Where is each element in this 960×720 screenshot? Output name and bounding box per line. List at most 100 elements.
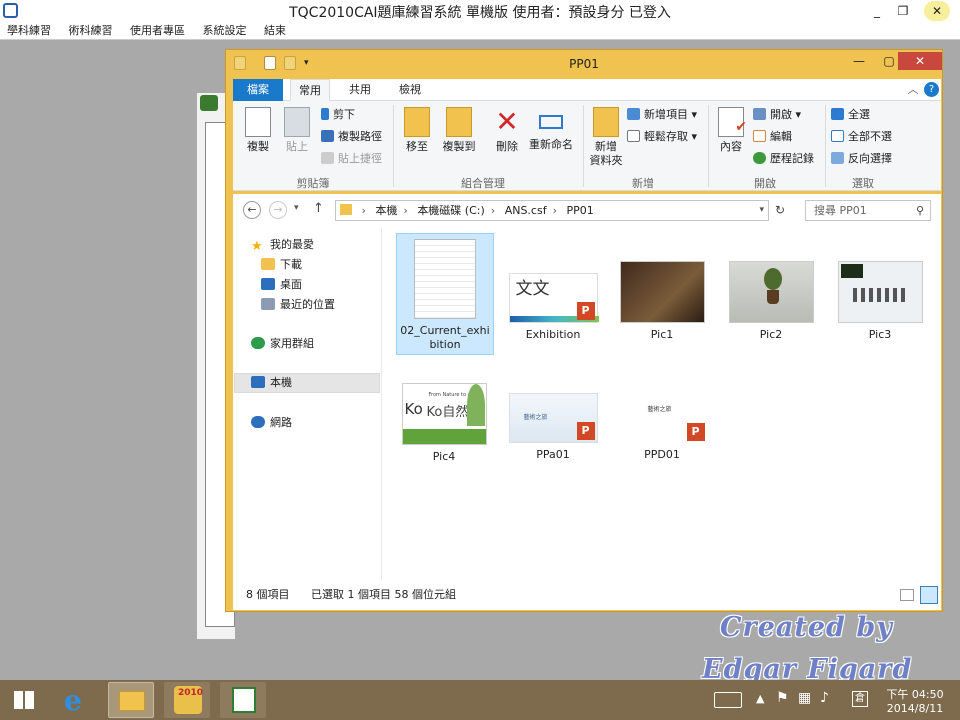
copy-path-icon <box>321 130 334 142</box>
windows-logo-icon <box>14 691 34 709</box>
taskbar-app[interactable] <box>220 682 266 718</box>
up-icon[interactable]: ↑ <box>313 201 324 216</box>
taskbar-tqc-app[interactable]: 2010 <box>164 682 210 718</box>
help-icon[interactable]: ? <box>924 82 939 97</box>
menu-item-subject-practice[interactable]: 學科練習 <box>0 22 58 40</box>
pptx-thumbnail: 藝術之旅 P <box>508 393 598 443</box>
thumbnail-text: Ko <box>404 400 423 418</box>
close-button[interactable]: ✕ <box>924 1 950 21</box>
edit-button[interactable]: 編輯 <box>753 129 792 145</box>
volume-icon[interactable]: ♪ <box>820 690 829 706</box>
back-icon[interactable]: ← <box>243 201 261 219</box>
recent-places-icon <box>261 298 275 310</box>
start-button[interactable] <box>8 682 40 718</box>
selection-info: 已選取 1 個項目 58 個位元組 <box>311 588 456 601</box>
nav-favorites[interactable]: ★ 我的最愛 <box>251 237 314 253</box>
thumbnail-text: 文文 <box>515 279 550 299</box>
select-none-button[interactable]: 全部不選 <box>831 129 892 145</box>
properties-button[interactable]: ✔ 內容 <box>711 105 751 154</box>
file-item-exhibition[interactable]: 文文 P Exhibition <box>504 273 602 342</box>
file-item-pic4[interactable]: Ko From Nature to Art Ko自然 Pic4 <box>395 383 493 464</box>
minimize-button[interactable]: _ <box>864 1 890 21</box>
image-thumbnail <box>837 261 923 323</box>
open-button[interactable]: 開啟 ▾ <box>753 107 801 123</box>
taskbar-ie[interactable]: e <box>56 682 100 718</box>
clock-time[interactable]: 下午 04:50 <box>884 686 946 702</box>
easy-access-button[interactable]: 輕鬆存取 ▾ <box>627 129 697 145</box>
file-item-pic1[interactable]: Pic1 <box>613 261 711 342</box>
network-tray-icon[interactable]: ▦ <box>798 690 811 706</box>
recent-locations-icon[interactable]: ▾ <box>294 203 299 213</box>
clock-date[interactable]: 2014/8/11 <box>884 702 946 715</box>
large-icons-view-icon[interactable] <box>920 586 938 604</box>
menu-item-exit[interactable]: 結束 <box>257 22 293 40</box>
breadcrumb-this-pc[interactable]: 本機 <box>375 204 397 217</box>
menu-item-settings[interactable]: 系統設定 <box>196 22 254 40</box>
select-all-button[interactable]: 全選 <box>831 107 870 123</box>
menu-item-user-area[interactable]: 使用者專區 <box>123 22 192 40</box>
nav-desktop[interactable]: 桌面 <box>261 277 302 293</box>
paste-shortcut-button[interactable]: 貼上捷徑 <box>321 151 382 167</box>
refresh-icon[interactable]: ↻ <box>775 203 785 217</box>
group-label-open: 開啟 <box>754 177 776 190</box>
image-thumbnail <box>619 261 705 323</box>
taskbar-file-explorer[interactable] <box>108 682 154 718</box>
powerpoint-icon: P <box>686 423 705 441</box>
homegroup-icon <box>251 337 265 349</box>
address-input[interactable]: › 本機 › 本機磁碟 (C:) › ANS.csf › PP01 ▾ <box>335 200 769 221</box>
nav-network[interactable]: 網路 <box>251 415 292 431</box>
tab-share[interactable]: 共用 <box>340 79 380 101</box>
explorer-close-button[interactable]: ✕ <box>898 52 942 70</box>
delete-button[interactable]: ✕ 刪除 <box>487 105 527 154</box>
item-count: 8 個項目 <box>246 588 290 601</box>
nav-homegroup[interactable]: 家用群組 <box>251 336 314 352</box>
show-hidden-icons-icon[interactable]: ▲ <box>756 692 764 705</box>
new-item-button[interactable]: 新增項目 ▾ <box>627 107 697 123</box>
copy-to-button[interactable]: 複製到 <box>436 105 482 154</box>
address-dropdown-icon[interactable]: ▾ <box>759 201 764 220</box>
powerpoint-icon: P <box>576 422 595 440</box>
new-folder-button[interactable]: 新增 資料夾 <box>586 105 626 168</box>
file-item-ppa01[interactable]: 藝術之旅 P PPa01 <box>504 393 602 462</box>
pptx-thumbnail: 藝術之旅 P <box>617 393 707 443</box>
maximize-button[interactable]: ❐ <box>890 1 916 21</box>
collapse-ribbon-icon[interactable]: ︿ <box>906 79 920 101</box>
forward-icon[interactable]: → <box>269 201 287 219</box>
file-explorer-icon <box>119 691 145 711</box>
menu-item-skill-practice[interactable]: 術科練習 <box>62 22 120 40</box>
cut-button[interactable]: 剪下 <box>321 107 355 123</box>
file-item-pic2[interactable]: Pic2 <box>722 261 820 342</box>
breadcrumb-drive-c[interactable]: 本機磁碟 (C:) <box>417 204 484 217</box>
nav-recent[interactable]: 最近的位置 <box>261 297 335 313</box>
file-item-current-exhibition[interactable]: 02_Current_exhi bition <box>396 233 494 355</box>
move-to-button[interactable]: 移至 <box>397 105 437 154</box>
invert-selection-button[interactable]: 反向選擇 <box>831 151 892 167</box>
history-button[interactable]: 歷程記錄 <box>753 151 814 167</box>
file-item-ppd01[interactable]: 藝術之旅 P PPD01 <box>613 393 711 462</box>
paste-button[interactable]: 貼上 <box>277 105 317 154</box>
watermark-line1: Created by <box>720 612 893 643</box>
thumbnail-text: Ko自然 <box>426 405 469 420</box>
file-name: Pic2 <box>759 328 783 341</box>
search-input[interactable]: 搜尋 PP01 ⚲ <box>805 200 931 221</box>
file-item-pic3[interactable]: Pic3 <box>831 261 929 342</box>
tab-view[interactable]: 檢視 <box>390 79 430 101</box>
breadcrumb-pp01[interactable]: PP01 <box>566 204 593 217</box>
details-view-icon[interactable] <box>900 589 914 601</box>
keyboard-icon[interactable] <box>714 692 742 708</box>
nav-downloads[interactable]: 下載 <box>261 257 302 273</box>
copy-path-button[interactable]: 複製路徑 <box>321 129 382 145</box>
ribbon-separator <box>708 105 709 187</box>
ime-icon[interactable]: 倉 <box>852 691 868 707</box>
folder-icon <box>340 204 352 215</box>
new-folder-icon <box>593 107 619 137</box>
tab-home[interactable]: 常用 <box>290 79 330 101</box>
rename-button[interactable]: 重新命名 <box>523 105 579 152</box>
nav-this-pc[interactable]: 本機 <box>251 375 292 391</box>
tab-file[interactable]: 檔案 <box>233 79 283 101</box>
action-center-flag-icon[interactable]: ⚑ <box>776 690 789 706</box>
copy-button[interactable]: 複製 <box>238 105 278 154</box>
easy-access-icon <box>627 130 640 142</box>
breadcrumb-ans-csf[interactable]: ANS.csf <box>505 204 547 217</box>
explorer-minimize-button[interactable]: — <box>844 52 874 70</box>
